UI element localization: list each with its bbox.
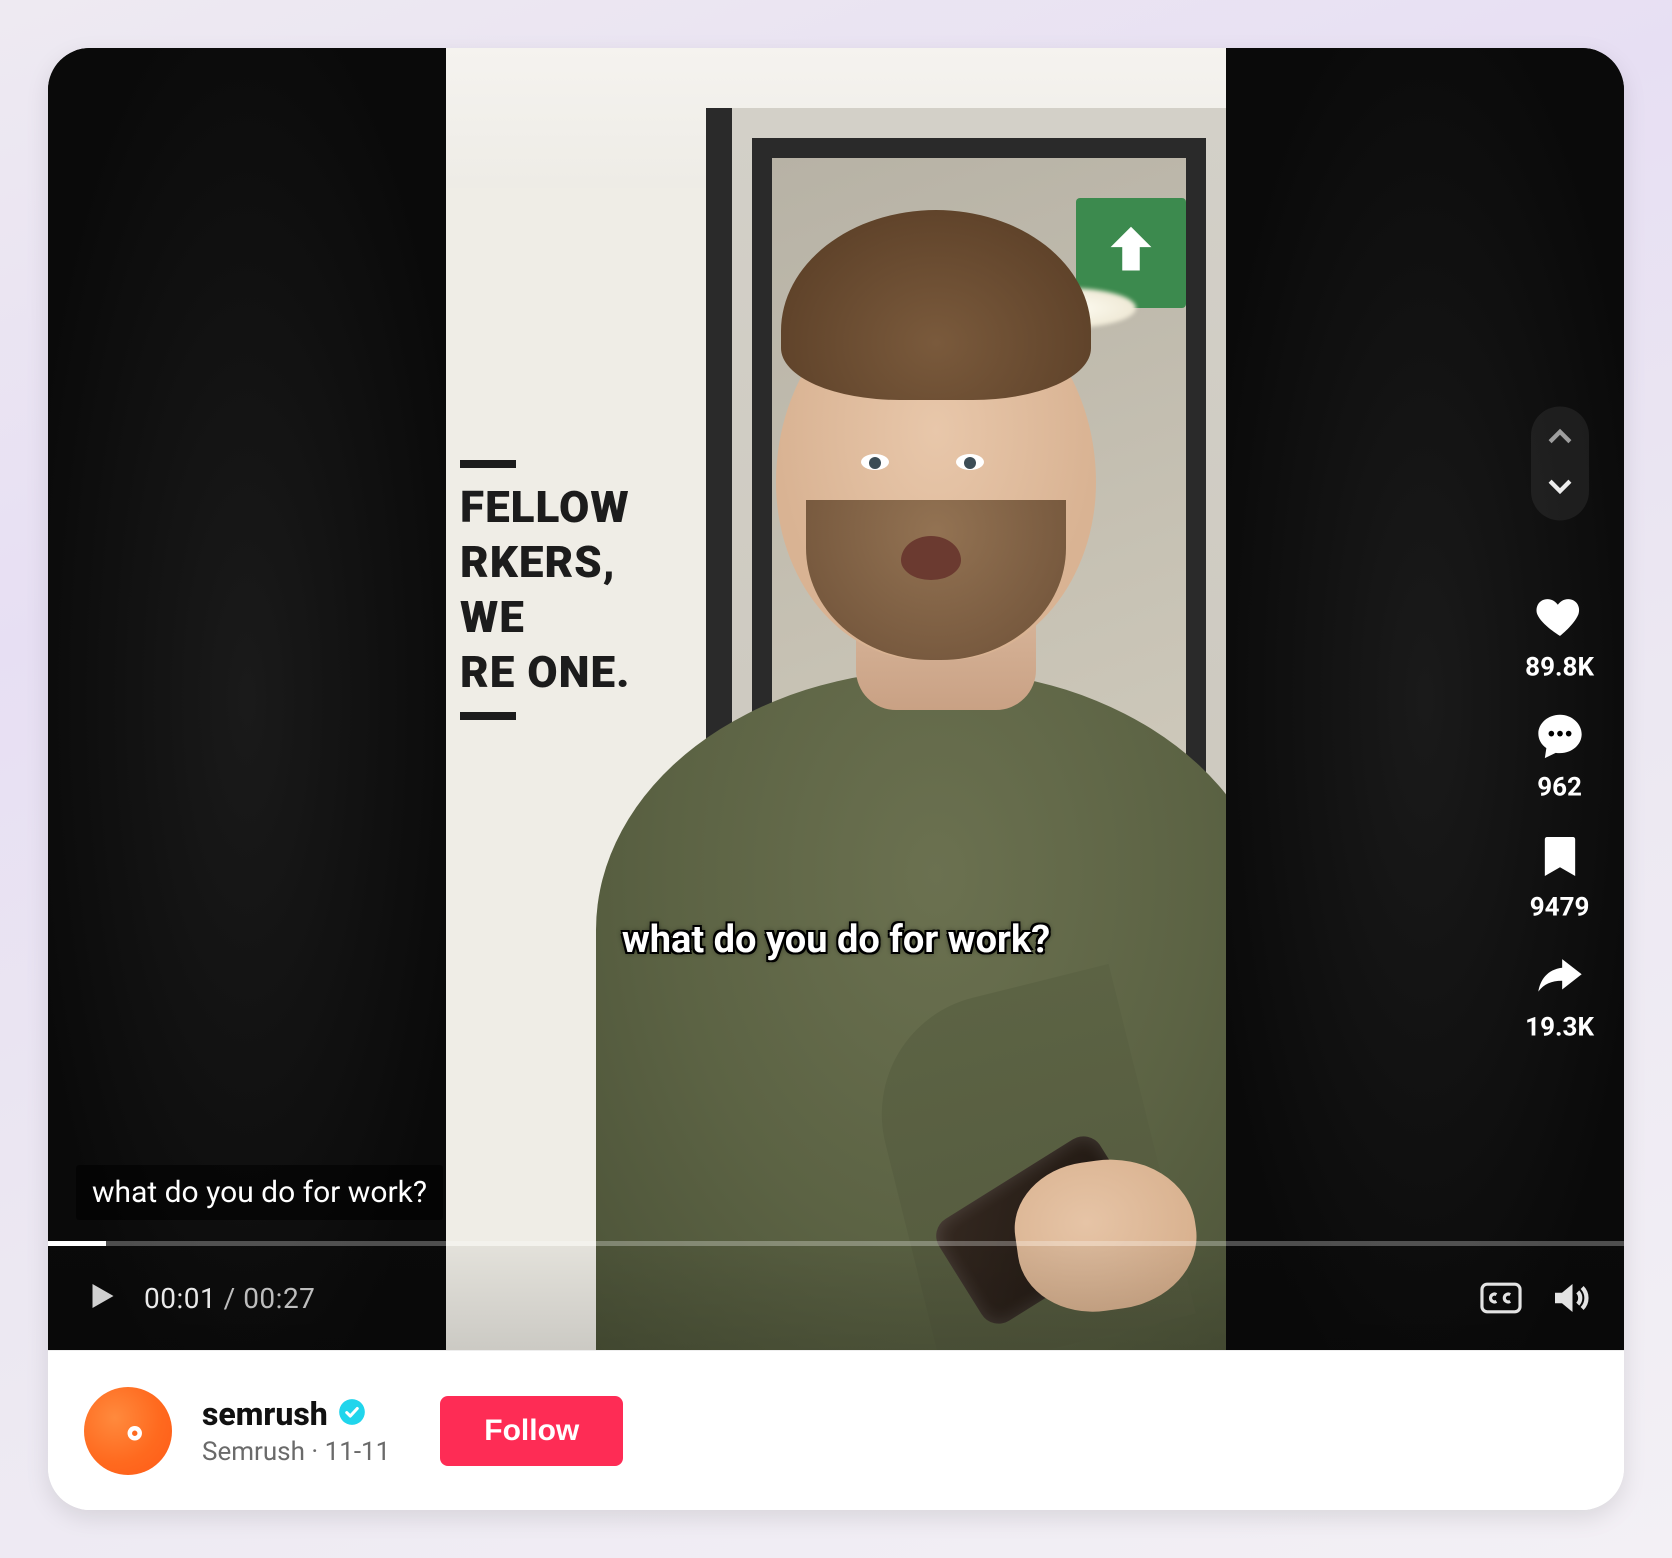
time-current: 00:01 [144,1282,216,1315]
chevron-down-icon [1543,468,1577,502]
video-caption-bottom: what do you do for work? [76,1165,443,1220]
bookmark-icon [1534,830,1586,882]
video-still: FELLOW RKERS, WE RE ONE. [446,48,1226,1350]
bookmark-button[interactable]: 9479 [1530,830,1590,922]
like-count: 89.8K [1525,652,1594,682]
verified-badge [338,1398,366,1430]
letterbox-left [48,48,446,1350]
volume-icon [1548,1277,1590,1319]
post-date: 11-11 [325,1437,391,1467]
poster-username[interactable]: semrush [202,1395,328,1433]
share-count: 19.3K [1525,1012,1594,1042]
poster-subline: Semrush · 11-11 [202,1437,390,1467]
play-icon [82,1278,118,1314]
video-caption-center: what do you do for work? [622,918,1050,962]
prev-video-button[interactable] [1543,420,1577,458]
poster-bar: semrush Semrush · 11-11 Follow [48,1350,1624,1510]
action-rail: 89.8K 962 9479 19.3K [1525,406,1594,1042]
avatar[interactable] [84,1387,172,1475]
comment-icon [1534,710,1586,762]
share-icon [1534,950,1586,1002]
video-controls: 00:01 / 00:27 [48,1246,1624,1350]
poster-meta: semrush Semrush · 11-11 [202,1395,390,1467]
video-card: FELLOW RKERS, WE RE ONE. [48,48,1624,1510]
play-button[interactable] [82,1278,118,1318]
bookmark-count: 9479 [1530,892,1590,922]
avatar-logo-icon [101,1404,155,1458]
time-separator: / [216,1282,243,1315]
cc-icon [1480,1277,1522,1319]
comment-count: 962 [1537,772,1582,802]
next-video-button[interactable] [1543,468,1577,506]
video-area[interactable]: FELLOW RKERS, WE RE ONE. [48,48,1624,1350]
video-frame[interactable]: FELLOW RKERS, WE RE ONE. [446,48,1226,1350]
chevron-up-icon [1543,420,1577,454]
comment-button[interactable]: 962 [1534,710,1586,802]
volume-button[interactable] [1548,1277,1590,1319]
heart-icon [1534,590,1586,642]
scroll-nav [1531,406,1589,520]
time-display: 00:01 / 00:27 [144,1282,315,1315]
person [596,330,1226,1350]
time-total: 00:27 [243,1282,315,1315]
verified-icon [338,1398,366,1426]
wall-text-2: RKERS, WE [460,536,616,643]
poster-display-name: Semrush [202,1437,305,1467]
follow-button[interactable]: Follow [440,1396,623,1466]
share-button[interactable]: 19.3K [1525,950,1594,1042]
like-button[interactable]: 89.8K [1525,590,1594,682]
captions-button[interactable] [1480,1277,1522,1319]
